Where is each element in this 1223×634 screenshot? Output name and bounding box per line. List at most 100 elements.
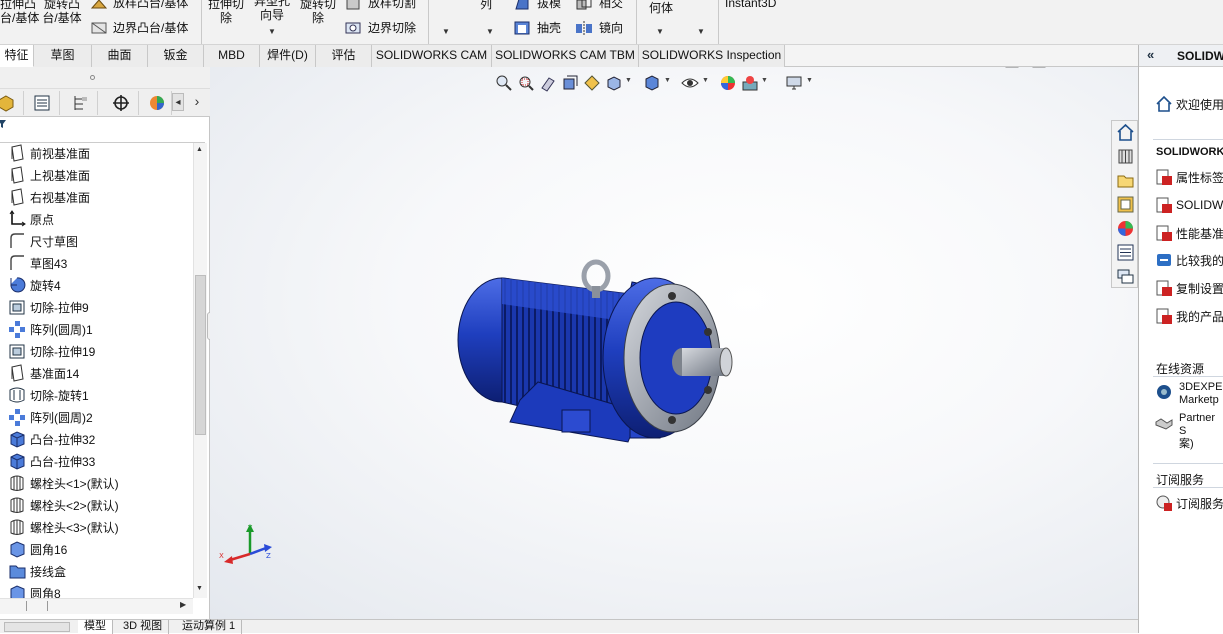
intersect-button[interactable]: 相交: [599, 0, 623, 10]
tab-solidworks-cam-tbm[interactable]: SOLIDWORKS CAM TBM: [492, 45, 639, 67]
view-settings-icon[interactable]: [785, 74, 803, 92]
boundary-boss-button[interactable]: 边界凸台/基体: [113, 21, 188, 35]
draft-button[interactable]: 拔模: [537, 0, 561, 10]
custom-properties-icon[interactable]: [1116, 243, 1135, 262]
loft-boss-button[interactable]: 放样凸台/基体: [113, 0, 188, 10]
tab-scroll-arrows-icon[interactable]: [4, 622, 70, 632]
revolve-boss-button[interactable]: 旋转凸 台/基体: [38, 0, 86, 25]
feature-tree-item[interactable]: 螺栓头<3>(默认): [0, 516, 193, 538]
extrude-cut-button[interactable]: 拉伸切 除: [204, 0, 248, 25]
view-orientation-dropdown-icon[interactable]: ▼: [625, 77, 632, 84]
tab-dimxpert-manager[interactable]: [103, 91, 139, 115]
feature-tree-horizontal-scrollbar[interactable]: ▶: [0, 598, 193, 614]
reference-geometry-dropdown-icon[interactable]: ▼: [656, 27, 664, 36]
feature-tree-item[interactable]: 接线盒: [0, 560, 193, 582]
pattern-dropdown-icon[interactable]: ▼: [486, 27, 494, 36]
reference-geometry-button[interactable]: 参考几 何体: [638, 0, 684, 15]
extrude-boss-button[interactable]: 拉伸凸 台/基体: [0, 0, 39, 25]
tile-right-icon[interactable]: [1032, 67, 1046, 68]
tab-solidworks-inspection[interactable]: SOLIDWORKS Inspection: [639, 45, 785, 67]
feature-tree-filter[interactable]: [0, 117, 205, 143]
view-palette-icon[interactable]: [1116, 195, 1135, 214]
tab-configuration-manager[interactable]: [62, 91, 98, 115]
feature-tree-item[interactable]: 圆角16: [0, 538, 193, 560]
zoom-to-area-icon[interactable]: [517, 74, 535, 92]
tab-weldments[interactable]: 焊件(D): [260, 45, 316, 67]
feature-tree-item[interactable]: 旋转4: [0, 274, 193, 296]
tab-feature-tree[interactable]: [0, 91, 24, 115]
tile-left-icon[interactable]: [1005, 67, 1019, 68]
feature-tree-item[interactable]: 前视基准面: [0, 143, 193, 164]
apply-scene-dropdown-icon[interactable]: ▼: [761, 77, 768, 84]
partner-solutions-link[interactable]: Partner S 案): [1179, 412, 1223, 451]
linear-pattern-button[interactable]: 列: [480, 0, 492, 11]
task-pane-link[interactable]: SOLIDWC: [1155, 194, 1223, 216]
task-pane-link[interactable]: 复制设置: [1155, 277, 1223, 299]
hide-show-items-icon[interactable]: [681, 74, 699, 92]
feature-tree-item[interactable]: 凸台-拉伸33: [0, 450, 193, 472]
mirror-button[interactable]: 镜向: [599, 21, 623, 35]
boundary-cut-button[interactable]: 边界切除: [368, 21, 416, 35]
file-explorer-icon[interactable]: [1116, 171, 1135, 190]
apply-scene-icon[interactable]: [741, 74, 759, 92]
dynamic-annotation-views-icon[interactable]: [583, 74, 601, 92]
tab-evaluate[interactable]: 评估: [316, 45, 372, 67]
section-view-icon[interactable]: [561, 74, 579, 92]
feature-tree-vertical-scrollbar[interactable]: ▲ ▼: [193, 143, 207, 598]
previous-view-icon[interactable]: [539, 74, 557, 92]
motor-3d-model[interactable]: [450, 242, 740, 482]
restore-icon[interactable]: [1084, 67, 1098, 68]
tab-features[interactable]: 特征: [0, 45, 34, 67]
subscription-services-link[interactable]: 订阅服务: [1155, 492, 1223, 514]
tab-solidworks-cam[interactable]: SOLIDWORKS CAM: [372, 45, 492, 67]
scroll-down-arrow-icon[interactable]: ▼: [196, 585, 203, 592]
curves-dropdown-icon[interactable]: ▼: [697, 27, 705, 36]
design-library-icon[interactable]: [1116, 147, 1135, 166]
feature-tree-item[interactable]: 切除-拉伸19: [0, 340, 193, 362]
tab-sketch[interactable]: 草图: [34, 45, 92, 67]
zoom-to-fit-icon[interactable]: [495, 74, 513, 92]
hole-wizard-dropdown-icon[interactable]: ▼: [268, 27, 276, 36]
feature-tree-item[interactable]: 螺栓头<1>(默认): [0, 472, 193, 494]
feature-tree-item[interactable]: 阵列(圆周)2: [0, 406, 193, 428]
loft-cut-button[interactable]: 放样切割: [368, 0, 416, 10]
edit-appearance-icon[interactable]: [719, 74, 737, 92]
scroll-right-arrow-icon[interactable]: ▶: [180, 600, 186, 609]
view-settings-dropdown-icon[interactable]: ▼: [806, 77, 813, 84]
feature-tree-item[interactable]: 阵列(圆周)1: [0, 318, 193, 340]
scroll-up-arrow-icon[interactable]: ▲: [196, 146, 203, 153]
feature-tree-item[interactable]: 尺寸草图: [0, 230, 193, 252]
task-pane-link[interactable]: 我的产品: [1155, 305, 1223, 327]
feature-tree-item[interactable]: 螺栓头<2>(默认): [0, 494, 193, 516]
feature-tree-item[interactable]: 原点: [0, 208, 193, 230]
task-pane-link[interactable]: 属性标签: [1155, 166, 1223, 188]
hide-show-dropdown-icon[interactable]: ▼: [702, 77, 709, 84]
feature-tree-item[interactable]: 草图43: [0, 252, 193, 274]
graphics-area[interactable]: ▼ ▼ ▼ ▼ ▼ Y X Z: [210, 67, 1138, 619]
tab-display-manager[interactable]: [142, 91, 172, 115]
shell-button[interactable]: 抽壳: [537, 21, 561, 35]
panel-splitter-grip[interactable]: [0, 67, 210, 89]
tab-model[interactable]: 模型: [78, 620, 113, 634]
tab-motion-study[interactable]: 运动算例 1: [176, 620, 243, 634]
scroll-left-icon[interactable]: ◂: [172, 93, 184, 111]
feature-tree-item[interactable]: 圆角8: [0, 582, 193, 598]
task-pane-link[interactable]: 性能基准: [1155, 222, 1223, 244]
feature-tree-item[interactable]: 右视基准面: [0, 186, 193, 208]
tab-mbd[interactable]: MBD: [204, 45, 260, 67]
scrollbar-grip-icon[interactable]: [26, 601, 48, 611]
tab-sheet-metal[interactable]: 钣金: [148, 45, 204, 67]
forum-icon[interactable]: [1116, 267, 1135, 286]
home-icon[interactable]: [1116, 123, 1135, 142]
tab-3d-view[interactable]: 3D 视图: [117, 620, 170, 634]
welcome-link[interactable]: 欢迎使用: [1155, 93, 1223, 115]
instant3d-button[interactable]: Instant3D: [725, 0, 776, 10]
feature-tree-item[interactable]: 切除-拉伸9: [0, 296, 193, 318]
view-orientation-icon[interactable]: [605, 74, 623, 92]
scrollbar-thumb[interactable]: [195, 275, 206, 435]
collapse-task-pane-icon[interactable]: «: [1147, 47, 1154, 62]
display-style-icon[interactable]: [643, 74, 661, 92]
feature-tree-item[interactable]: 切除-旋转1: [0, 384, 193, 406]
hole-wizard-button[interactable]: 异型孔 向导: [250, 0, 294, 22]
fillet-dropdown-icon[interactable]: ▼: [442, 27, 450, 36]
